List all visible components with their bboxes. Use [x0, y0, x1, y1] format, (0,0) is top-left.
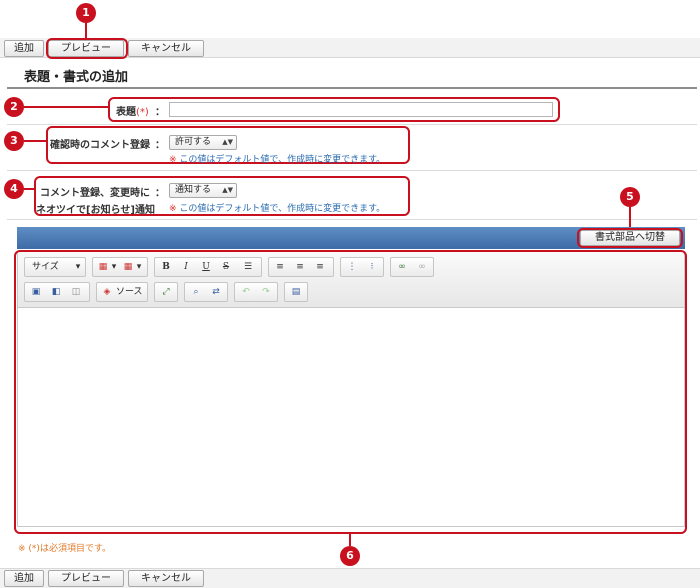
note-mark: ※ — [169, 204, 177, 214]
cancel-button-bottom[interactable]: キャンセル — [128, 570, 204, 587]
subject-input[interactable] — [169, 102, 553, 117]
note-mark: ※ — [169, 155, 177, 165]
subject-colon: ： — [155, 107, 165, 118]
callout-2: 2 — [4, 97, 24, 117]
add-button-bottom[interactable]: 追加 — [4, 570, 44, 587]
required-note: ※ (*)は必須項目です。 — [18, 541, 111, 554]
comment-notify-label-2: ネオツイで[お知らせ]通知 — [36, 205, 155, 216]
comment-confirm-value: 許可する — [175, 137, 212, 147]
page-title: 表題・書式の追加 — [24, 70, 129, 85]
select-arrow-icon: ▲▼ — [222, 186, 233, 194]
comment-notify-label-1: コメント登録、変更時に — [40, 188, 150, 199]
callout-3: 3 — [4, 131, 24, 151]
comment-notify-value: 通知する — [175, 185, 212, 195]
comment-confirm-label: 確認時のコメント登録 — [50, 140, 150, 151]
callout-5-line — [629, 207, 631, 228]
required-mark: (*) — [136, 107, 149, 118]
title-divider — [7, 87, 697, 89]
required-note-mark: ※ — [18, 544, 26, 554]
comment-confirm-select[interactable]: 許可する ▲▼ — [169, 135, 237, 150]
subject-label: 表題(*) — [116, 103, 149, 118]
callout-3-line — [24, 140, 46, 142]
callout-5-highlight — [577, 228, 683, 248]
callout-2-line — [24, 106, 108, 108]
row-divider-2 — [7, 170, 697, 171]
required-note-text: (*)は必須項目です。 — [28, 544, 112, 554]
callout-6-line — [349, 534, 351, 546]
callout-5: 5 — [620, 187, 640, 207]
comment-confirm-note-text: この値はデフォルト値で、作成時に変更できます。 — [179, 155, 386, 165]
callout-6-highlight — [14, 250, 687, 534]
comment-notify-colon: ： — [155, 188, 165, 199]
comment-notify-note-text: この値はデフォルト値で、作成時に変更できます。 — [179, 204, 386, 214]
callout-1: 1 — [76, 3, 96, 23]
callout-4-line — [24, 188, 34, 190]
callout-1-highlight — [46, 38, 128, 59]
row-divider-3 — [7, 219, 697, 220]
cancel-button-top[interactable]: キャンセル — [128, 40, 204, 57]
row-divider-1 — [7, 124, 697, 125]
subject-label-text: 表題 — [116, 107, 136, 118]
preview-button-bottom[interactable]: プレビュー — [48, 570, 124, 587]
callout-1-line — [85, 23, 87, 39]
callout-4: 4 — [4, 179, 24, 199]
comment-confirm-note: ※ この値はデフォルト値で、作成時に変更できます。 — [169, 152, 385, 165]
comment-confirm-colon: ： — [155, 140, 165, 151]
add-button-top[interactable]: 追加 — [4, 40, 44, 57]
comment-notify-select[interactable]: 通知する ▲▼ — [169, 183, 237, 198]
select-arrow-icon: ▲▼ — [222, 138, 233, 146]
comment-notify-note: ※ この値はデフォルト値で、作成時に変更できます。 — [169, 201, 385, 214]
callout-6: 6 — [340, 546, 360, 566]
